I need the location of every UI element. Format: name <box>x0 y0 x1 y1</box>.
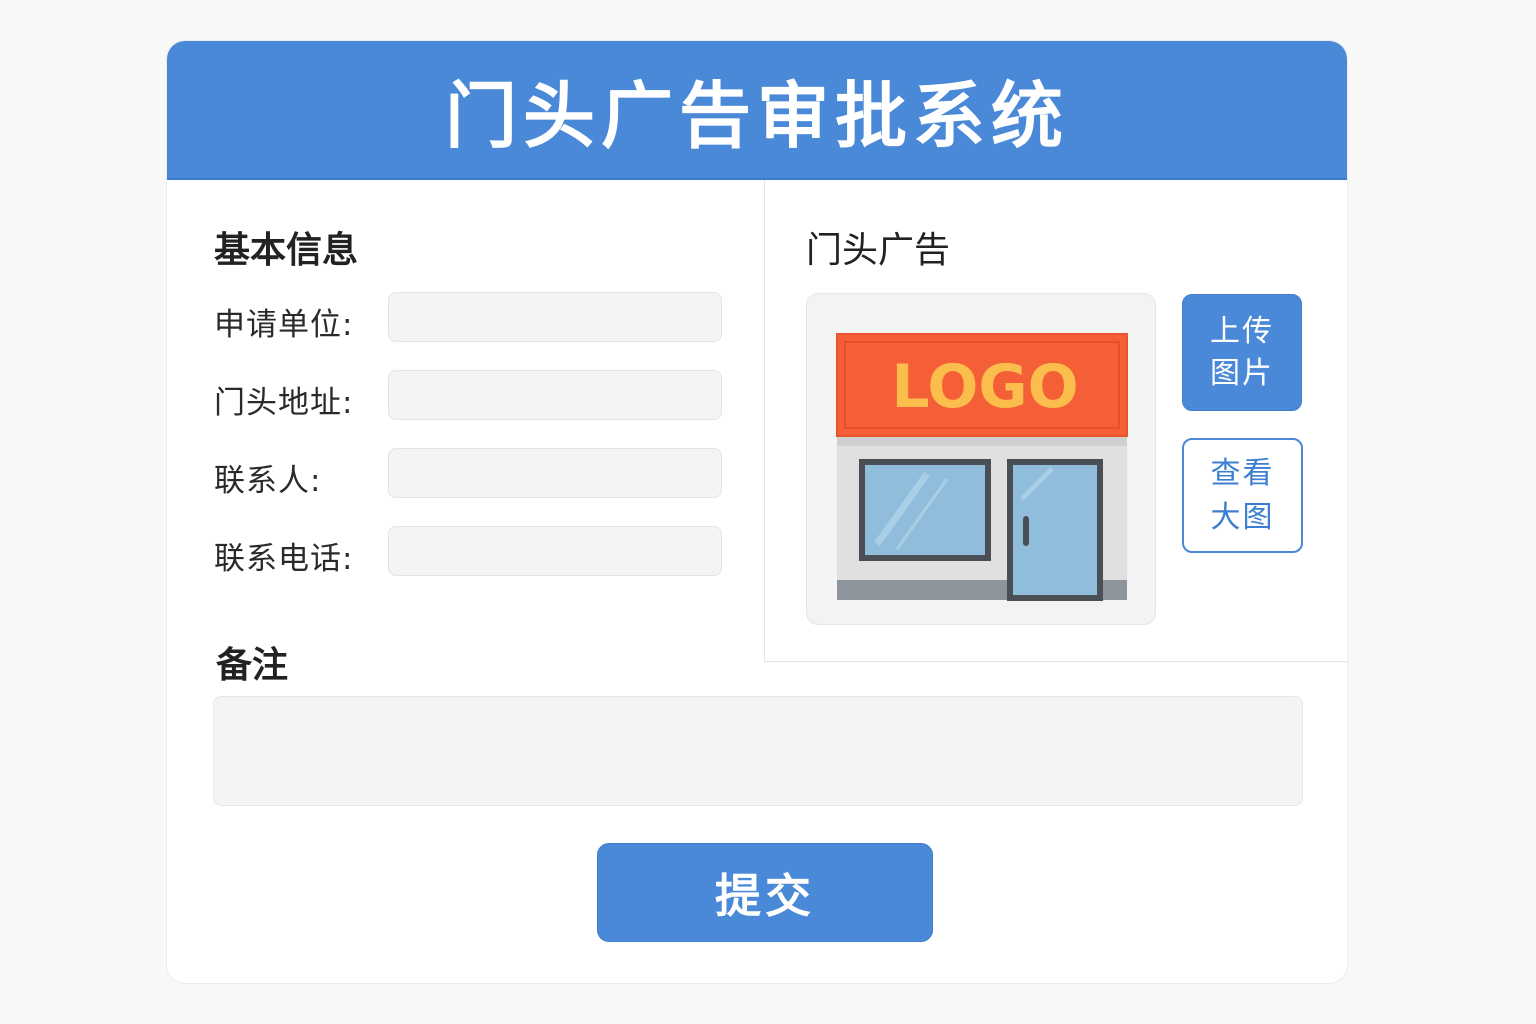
app-header: 门头广告审批系统 <box>167 41 1347 180</box>
contact-phone-input[interactable] <box>388 526 722 576</box>
contact-person-label: 联系人: <box>214 463 322 499</box>
ad-section-bottom-divider <box>764 661 1347 662</box>
submit-button[interactable]: 提交 <box>597 843 933 942</box>
contact-phone-label: 联系电话: <box>214 541 354 577</box>
storefront-address-label: 门头地址: <box>214 385 354 421</box>
applicant-unit-label: 申请单位: <box>214 307 354 343</box>
app-title: 门头广告审批系统 <box>444 74 1069 158</box>
remarks-title: 备注 <box>216 645 289 686</box>
upload-image-label-line2: 图片 <box>1210 355 1274 391</box>
view-large-image-label-line1: 查看 <box>1210 455 1275 491</box>
door-handle <box>1023 516 1029 546</box>
upload-image-label-line1: 上传 <box>1210 313 1274 349</box>
storefront-fascia <box>837 436 1127 446</box>
upload-image-button[interactable]: 上传 图片 <box>1182 294 1302 411</box>
logo-text: LOGO <box>891 352 1078 422</box>
storefront-address-input[interactable] <box>388 370 722 420</box>
storefront-illustration-icon: LOGO <box>836 333 1128 601</box>
view-large-image-button[interactable]: 查看 大图 <box>1182 438 1303 553</box>
column-divider <box>764 180 765 661</box>
applicant-unit-input[interactable] <box>388 292 722 342</box>
storefront-ad-title: 门头广告 <box>806 230 951 271</box>
ad-image-preview[interactable]: LOGO <box>806 293 1156 625</box>
view-large-image-label-line2: 大图 <box>1210 499 1275 535</box>
approval-form-card: 门头广告审批系统 基本信息 申请单位: 门头地址: 联系人: 联系电话: 门头广… <box>167 41 1347 983</box>
contact-person-input[interactable] <box>388 448 722 498</box>
basic-info-title: 基本信息 <box>214 230 359 271</box>
remarks-textarea[interactable] <box>213 696 1303 806</box>
